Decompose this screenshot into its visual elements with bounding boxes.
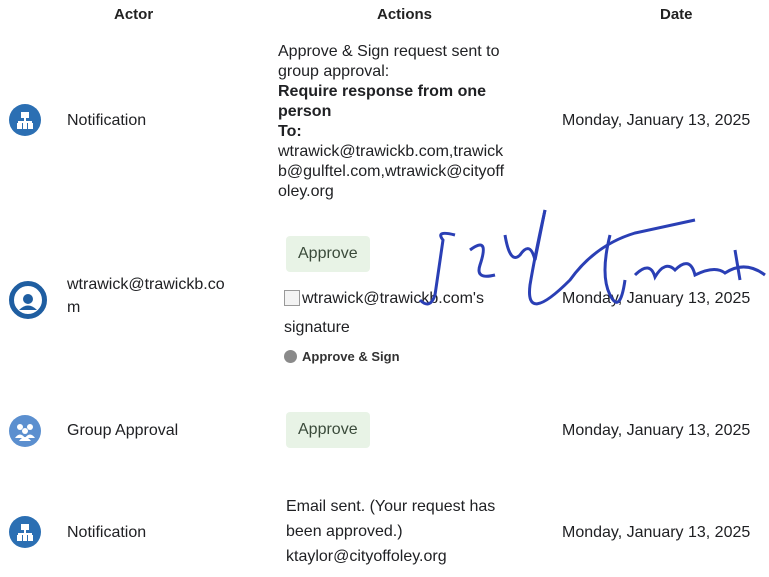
row1-email-line-3: oley.org (278, 183, 334, 200)
row4-action-line-1: Email sent. (Your request has (286, 498, 496, 515)
signature-alt-line-2: signature (284, 319, 350, 336)
row1-date: Monday, January 13, 2025 (562, 112, 751, 129)
header-actions: Actions (377, 6, 433, 23)
row1-actor: Notification (67, 112, 147, 129)
row1-action-bold-3: To: (278, 123, 302, 140)
row2-actor-line-2: m (67, 299, 81, 316)
handwritten-signature (418, 209, 766, 306)
row1-action-bold-2: person (278, 103, 332, 120)
header-actor: Actor (114, 6, 154, 23)
row2-actor-line-1: wtrawick@trawickb.co (67, 276, 225, 293)
row2-status: Approve & Sign (302, 349, 400, 364)
user-avatar-icon (9, 281, 47, 319)
org-chart-icon (9, 516, 41, 548)
org-chart-icon (9, 104, 41, 136)
row3-actor: Group Approval (67, 422, 179, 439)
header-date: Date (660, 6, 693, 23)
row4-action-line-2: been approved.) (286, 523, 403, 540)
row1-action-line-2: group approval: (278, 63, 390, 80)
row1-action-bold-1: Require response from one (278, 83, 487, 100)
row1-action-line-1: Approve & Sign request sent to (278, 43, 500, 60)
approve-button-group[interactable]: Approve (286, 412, 370, 448)
approve-button[interactable]: Approve (286, 236, 370, 272)
row1-email-line-1: wtrawick@trawickb.com,trawick (278, 143, 504, 160)
row4-actor: Notification (67, 524, 147, 541)
group-icon (9, 415, 41, 447)
row4-date: Monday, January 13, 2025 (562, 524, 751, 541)
row3-date: Monday, January 13, 2025 (562, 422, 751, 439)
approve-sign-icon (284, 350, 297, 363)
broken-image-icon (284, 290, 300, 306)
row1-email-line-2: b@gulftel.com,wtrawick@cityoff (278, 163, 505, 180)
row4-action-line-3: ktaylor@cityoffoley.org (286, 548, 447, 565)
